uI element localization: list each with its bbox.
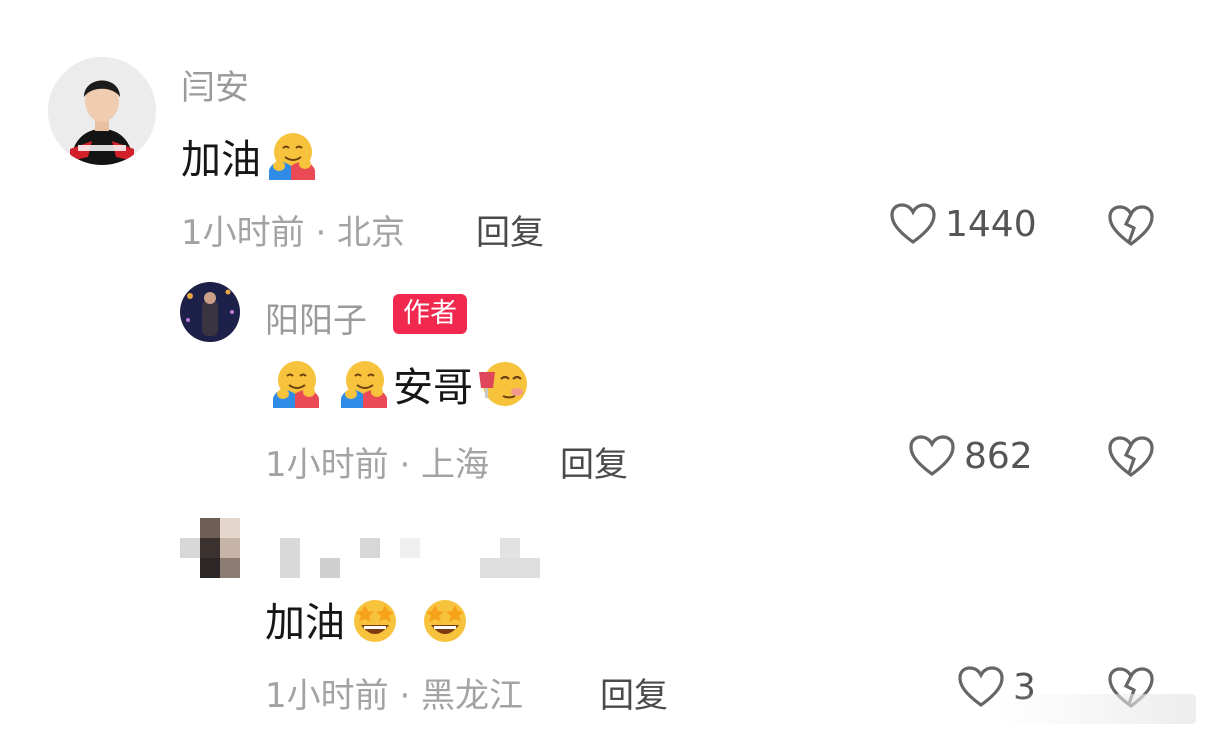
like-button[interactable]: 1440 <box>889 202 1037 246</box>
author-badge: 作者 <box>393 294 467 334</box>
drinking-face-emoji-icon <box>479 362 527 406</box>
star-struck-emoji-icon <box>424 600 466 642</box>
username[interactable]: 闫安 <box>181 60 249 109</box>
avatar[interactable] <box>48 57 156 165</box>
heart-icon <box>909 435 955 476</box>
star-struck-emoji-icon <box>354 600 396 642</box>
comment-text: 加油 <box>265 590 471 648</box>
comment-meta: 1小时前 · 上海 <box>265 445 490 485</box>
like-count: 862 <box>964 435 1033 477</box>
hugging-face-emoji-icon <box>273 361 319 408</box>
username[interactable]: 阳阳子 <box>265 293 367 342</box>
broken-heart-icon <box>1108 436 1154 477</box>
comment-text-content: 安哥 <box>393 365 473 411</box>
heart-icon <box>958 666 1004 707</box>
like-button[interactable]: 862 <box>908 434 1033 478</box>
comment-text: 加油 <box>181 127 317 185</box>
dislike-button[interactable] <box>1107 204 1155 252</box>
comment-meta: 1小时前 · 黑龙江 <box>265 676 524 716</box>
watermark <box>1000 694 1196 724</box>
comment-text-content: 加油 <box>265 600 345 646</box>
comment-text-content: 加油 <box>181 137 261 183</box>
hugging-face-emoji-icon <box>269 133 315 180</box>
dislike-button[interactable] <box>1107 435 1155 483</box>
avatar[interactable] <box>180 518 240 578</box>
like-count: 1440 <box>945 203 1037 245</box>
comment-meta: 1小时前 · 北京 <box>181 213 406 253</box>
broken-heart-icon <box>1108 205 1154 246</box>
reply-button[interactable]: 回复 <box>560 437 628 486</box>
avatar[interactable] <box>180 282 240 342</box>
comment-text: 安哥 <box>269 355 529 413</box>
reply-button[interactable]: 回复 <box>600 668 668 717</box>
hugging-face-emoji-icon <box>341 361 387 408</box>
heart-icon <box>890 203 936 244</box>
reply-button[interactable]: 回复 <box>476 205 544 254</box>
